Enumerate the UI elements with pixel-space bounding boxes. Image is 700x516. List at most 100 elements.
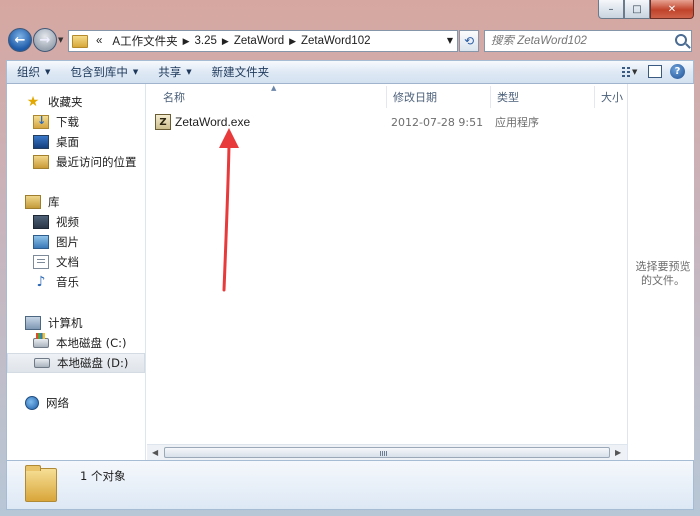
preview-pane-icon[interactable] [648,65,662,78]
search-box[interactable] [484,30,692,52]
documents-library-icon [33,255,49,269]
scroll-left-icon[interactable]: ◀ [152,448,158,457]
breadcrumb-item[interactable]: ZetaWord [229,35,289,47]
organize-menu[interactable]: 组织 ▼ [7,61,60,83]
column-header-label: 名称 [163,91,185,104]
folder-icon [72,34,88,48]
file-list: ▲ 名称 修改日期 类型 大小 Z ZetaWord.exe 2012-07-2… [147,84,627,460]
content-area: ★ 收藏夹 下载 桌面 最近访问的位置 库 视频 [6,84,694,460]
column-header-type[interactable]: 类型 [491,86,595,108]
nav-downloads[interactable]: 下载 [7,112,145,132]
column-header-date[interactable]: 修改日期 [387,86,491,108]
nav-desktop[interactable]: 桌面 [7,132,145,152]
scroll-right-icon[interactable]: ▶ [615,448,621,457]
nav-label: 文档 [56,255,79,269]
chevron-down-icon: ▼ [45,68,51,76]
downloads-folder-icon [33,114,49,129]
caption-buttons: – □ ✕ [598,0,694,19]
nav-label: 视频 [56,215,79,229]
navigation-row: ← → ▼ « A工作文件夹 ▶ 3.25 ▶ ZetaWord ▶ ZetaW… [6,26,694,56]
column-header-size[interactable]: 大小 [595,86,627,108]
view-controls: ▼ ? [622,64,685,79]
forward-button[interactable]: → [33,28,57,52]
nav-label: 音乐 [56,275,79,289]
nav-videos[interactable]: 视频 [7,212,145,232]
nav-music[interactable]: ♪ 音乐 [7,272,145,292]
horizontal-scrollbar[interactable]: ◀ ▶ [147,444,627,460]
nav-network[interactable]: 网络 [7,393,145,413]
nav-label: 图片 [56,235,79,249]
command-bar: 组织 ▼ 包含到库中 ▼ 共享 ▼ 新建文件夹 ▼ ? [6,60,694,84]
organize-label: 组织 [17,65,40,79]
share-menu[interactable]: 共享 ▼ [148,61,201,83]
maximize-button[interactable]: □ [624,0,650,19]
nav-label: 本地磁盘 (D:) [57,356,129,370]
library-icon [25,195,41,209]
title-bar: – □ ✕ [0,0,700,24]
star-icon: ★ [26,94,40,110]
nav-label: 库 [48,195,60,209]
address-dropdown-icon[interactable]: ▼ [447,36,453,45]
change-view-icon[interactable]: ▼ [622,65,640,79]
item-count: 1 个对象 [80,469,126,483]
recent-pages-dropdown-icon[interactable]: ▼ [58,36,63,44]
breadcrumb-separator-icon[interactable]: ▶ [289,36,296,47]
folder-icon [25,465,57,502]
nav-label: 下载 [56,115,79,129]
scrollbar-thumb[interactable] [164,447,610,458]
file-type: 应用程序 [495,116,539,129]
nav-label: 本地磁盘 (C:) [56,336,127,350]
nav-label: 最近访问的位置 [56,155,137,169]
computer-icon [25,316,41,330]
refresh-button[interactable]: ⟲ [459,30,479,52]
nav-label: 网络 [46,396,69,410]
music-note-icon: ♪ [36,274,46,290]
nav-label: 收藏夹 [48,95,83,109]
nav-recent-places[interactable]: 最近访问的位置 [7,152,145,172]
share-label: 共享 [158,65,182,79]
include-in-library-label: 包含到库中 [70,65,128,79]
breadcrumb-separator-icon[interactable]: ▶ [222,36,229,47]
desktop-icon [33,135,49,149]
nav-drive-d[interactable]: 本地磁盘 (D:) [7,353,145,373]
nav-documents[interactable]: 文档 [7,252,145,272]
breadcrumb-overflow[interactable]: « [91,35,107,47]
nav-computer[interactable]: 计算机 [7,313,145,333]
column-header-label: 修改日期 [393,91,437,104]
search-input[interactable] [491,35,671,47]
help-icon[interactable]: ? [670,64,685,79]
nav-label: 桌面 [56,135,79,149]
breadcrumb-item[interactable]: ZetaWord102 [296,35,375,47]
nav-pictures[interactable]: 图片 [7,232,145,252]
file-name[interactable]: ZetaWord.exe [175,115,250,129]
address-bar[interactable]: « A工作文件夹 ▶ 3.25 ▶ ZetaWord ▶ ZetaWord102… [68,30,458,52]
breadcrumb-item[interactable]: A工作文件夹 [107,33,182,49]
network-icon [25,396,39,410]
back-button[interactable]: ← [8,28,32,52]
new-folder-button[interactable]: 新建文件夹 [202,61,280,83]
close-button[interactable]: ✕ [650,0,694,19]
details-pane: 1 个对象 [6,460,694,510]
system-drive-icon [33,333,49,348]
file-date: 2012-07-28 9:51 [391,115,484,129]
breadcrumb: « A工作文件夹 ▶ 3.25 ▶ ZetaWord ▶ ZetaWord102 [91,33,375,49]
include-in-library-menu[interactable]: 包含到库中 ▼ [60,61,148,83]
video-library-icon [33,215,49,229]
nav-favorites[interactable]: ★ 收藏夹 [7,92,145,112]
explorer-window: – □ ✕ ← → ▼ « A工作文件夹 ▶ 3.25 ▶ ZetaWord ▶… [0,0,700,516]
breadcrumb-separator-icon[interactable]: ▶ [183,36,190,47]
breadcrumb-item[interactable]: 3.25 [190,35,222,47]
recent-places-icon [33,155,49,169]
column-header-label: 大小 [601,91,623,104]
nav-libraries[interactable]: 库 [7,192,145,212]
column-header-name[interactable]: 名称 [157,86,387,108]
pictures-library-icon [33,235,49,249]
preview-message: 选择要预览的文件。 [635,260,691,287]
minimize-button[interactable]: – [598,0,624,19]
nav-drive-c[interactable]: 本地磁盘 (C:) [7,333,145,353]
navigation-pane: ★ 收藏夹 下载 桌面 最近访问的位置 库 视频 [7,84,146,460]
nav-label: 计算机 [48,316,83,330]
column-header-label: 类型 [497,91,519,104]
search-icon[interactable] [675,34,687,46]
file-row[interactable]: Z ZetaWord.exe 2012-07-28 9:51 应用程序 [155,112,625,132]
